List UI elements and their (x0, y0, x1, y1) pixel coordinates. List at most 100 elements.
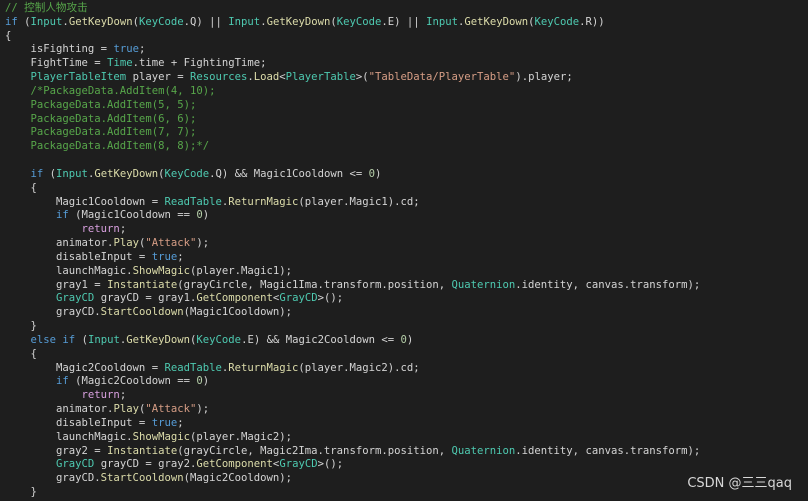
code-token: (player.Magic2); (189, 430, 293, 443)
code-token: grayCD = gray1. (94, 292, 197, 305)
code-line[interactable]: PackageData.AddItem(5, 5); (5, 98, 197, 112)
code-token: KeyCode (336, 15, 382, 28)
code-token: disableInput = (5, 416, 152, 429)
code-line[interactable]: if (Magic2Cooldown == 0) (5, 374, 209, 388)
code-token: KeyCode (164, 167, 210, 180)
code-token: .Q) && Magic1Cooldown <= (209, 167, 369, 180)
code-token: (player.Magic1).cd; (298, 195, 420, 208)
code-token: PlayerTable (285, 71, 356, 84)
code-token: "TableData/PlayerTable" (368, 71, 516, 84)
code-token: grayCD = gray2. (94, 458, 197, 471)
code-token: (grayCircle, Magic2Ima.transform.positio… (177, 444, 452, 457)
code-token: PackageData.AddItem(7, 7); (5, 126, 197, 139)
code-token: launchMagic. (5, 264, 133, 277)
code-token: ReadTable (164, 361, 222, 374)
code-token: GetKeyDown (126, 333, 191, 346)
code-line[interactable]: return; (5, 222, 127, 236)
code-token: Resources (189, 71, 248, 84)
code-token: (Magic1Cooldown); (183, 306, 293, 319)
code-line[interactable]: Magic1Cooldown = ReadTable.ReturnMagic(p… (5, 195, 420, 209)
code-line[interactable]: if (Input.GetKeyDown(KeyCode.Q) && Magic… (5, 167, 382, 181)
code-token: StartCooldown (100, 472, 184, 485)
code-line[interactable]: PlayerTableItem player = Resources.Load<… (5, 70, 573, 84)
code-token: isFighting = (5, 43, 114, 56)
code-token: Load (253, 71, 280, 84)
code-token: "Attack" (145, 403, 197, 416)
code-token: (grayCircle, Magic1Ima.transform.positio… (177, 278, 452, 291)
code-line[interactable]: if (Magic1Cooldown == 0) (5, 208, 209, 222)
code-line[interactable]: PackageData.AddItem(6, 6); (5, 112, 197, 126)
code-token: grayCD. (5, 472, 101, 485)
code-line[interactable]: PackageData.AddItem(8, 8);*/ (5, 139, 210, 153)
code-token: .E) && Magic2Cooldown <= (241, 333, 401, 346)
code-token: gray1 = (5, 278, 108, 291)
code-token: ( (17, 15, 31, 28)
code-line[interactable]: GrayCD grayCD = gray1.GetComponent<GrayC… (5, 291, 343, 305)
code-line[interactable]: grayCD.StartCooldown(Magic2Cooldown); (5, 471, 292, 485)
code-token: Magic1Cooldown = (5, 195, 165, 208)
code-line[interactable]: // 控制人物攻击 (5, 1, 88, 15)
code-line[interactable]: PackageData.AddItem(7, 7); (5, 125, 197, 139)
code-token: "Attack" (145, 237, 197, 250)
code-token: return (81, 223, 120, 236)
code-line[interactable]: { (5, 181, 37, 195)
code-line[interactable]: animator.Play("Attack"); (5, 402, 209, 416)
code-line[interactable]: gray1 = Instantiate(grayCircle, Magic1Im… (5, 278, 700, 292)
code-line[interactable]: launchMagic.ShowMagic(player.Magic2); (5, 430, 292, 444)
code-token: if (56, 209, 69, 222)
code-line[interactable]: return; (5, 388, 127, 402)
code-token: { (5, 347, 37, 360)
code-token: (Magic2Cooldown == (68, 375, 197, 388)
code-token: Input (426, 15, 458, 28)
code-line[interactable]: else if (Input.GetKeyDown(KeyCode.E) && … (5, 333, 414, 347)
code-line[interactable]: animator.Play("Attack"); (5, 236, 209, 250)
code-line[interactable]: launchMagic.ShowMagic(player.Magic1); (5, 264, 292, 278)
code-line[interactable]: isFighting = true; (5, 42, 146, 56)
code-token: Time (107, 57, 133, 70)
code-token: ); (196, 403, 210, 416)
code-line[interactable]: grayCD.StartCooldown(Magic1Cooldown); (5, 305, 292, 319)
code-editor[interactable]: // 控制人物攻击 if (Input.GetKeyDown(KeyCode.Q)… (0, 0, 808, 501)
code-token: (player.Magic2).cd; (298, 361, 420, 374)
code-line[interactable]: } (5, 319, 37, 333)
code-token: ; (138, 43, 146, 56)
code-token: gray2 = (5, 444, 108, 457)
code-token: if (5, 15, 18, 28)
code-token: Input (30, 15, 63, 28)
code-line[interactable]: disableInput = true; (5, 250, 184, 264)
code-token: (player.Magic1); (189, 264, 293, 277)
code-token: ; (119, 389, 127, 402)
code-token: Input (228, 15, 261, 28)
code-token: grayCD. (5, 306, 101, 319)
code-token: } (5, 320, 37, 333)
code-token: GetKeyDown (94, 167, 159, 180)
code-token: true (151, 416, 178, 429)
code-token: ).player; (515, 71, 573, 84)
code-token: } (5, 486, 37, 499)
code-token: GetKeyDown (464, 15, 529, 28)
code-token: .E) || (381, 15, 427, 28)
code-line[interactable]: FightTime = Time.time + FightingTime; (5, 56, 267, 70)
code-token: Input (56, 167, 88, 180)
code-token: ) (375, 167, 382, 180)
code-token: /*PackageData.AddItem(4, 10); (5, 84, 216, 97)
code-line[interactable]: gray2 = Instantiate(grayCircle, Magic2Im… (5, 444, 700, 458)
code-line[interactable]: } (5, 485, 37, 499)
code-token: true (113, 43, 139, 56)
code-line[interactable]: disableInput = true; (5, 416, 184, 430)
code-line[interactable]: if (Input.GetKeyDown(KeyCode.Q) || Input… (5, 15, 605, 29)
code-line[interactable]: GrayCD grayCD = gray2.GetComponent<GrayC… (5, 457, 343, 471)
code-line[interactable]: Magic2Cooldown = ReadTable.ReturnMagic(p… (5, 361, 420, 375)
code-line[interactable]: { (5, 347, 37, 361)
code-token: Instantiate (107, 444, 178, 457)
code-token: ReturnMagic (228, 195, 299, 208)
code-token: KeyCode (138, 15, 184, 28)
code-token: GrayCD (56, 458, 95, 471)
code-token: KeyCode (196, 333, 242, 346)
code-line[interactable]: /*PackageData.AddItem(4, 10); (5, 84, 216, 98)
code-line[interactable]: { (5, 29, 11, 43)
